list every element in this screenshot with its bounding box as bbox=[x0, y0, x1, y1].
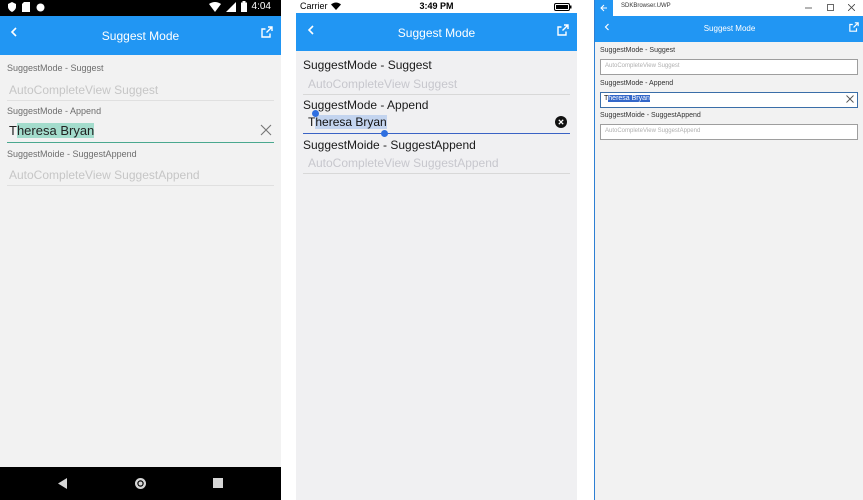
ios-placeholder-suggestappend: AutoCompleteView SuggestAppend bbox=[308, 156, 499, 170]
uwp-input-suggestappend[interactable]: AutoCompleteView SuggestAppend bbox=[600, 124, 858, 140]
android-app-bar: Suggest Mode bbox=[0, 16, 281, 55]
maximize-icon[interactable] bbox=[827, 4, 834, 11]
external-link-icon[interactable] bbox=[261, 26, 273, 38]
ios-app-bar: Suggest Mode bbox=[296, 13, 577, 51]
battery-icon bbox=[554, 3, 572, 11]
ios-input-append-value: Theresa Bryan bbox=[308, 115, 387, 129]
ios-page-title: Suggest Mode bbox=[397, 26, 476, 40]
divider bbox=[577, 0, 594, 500]
android-label-suggestappend: SuggestMoide - SuggestAppend bbox=[7, 149, 137, 159]
android-status-time: 4:04 bbox=[251, 1, 271, 12]
android-input-suggestappend[interactable]: AutoCompleteView SuggestAppend bbox=[7, 165, 274, 186]
uwp-page-title: Suggest Mode bbox=[703, 24, 756, 33]
uwp-placeholder-suggestappend: AutoCompleteView SuggestAppend bbox=[605, 128, 701, 134]
ios-input-append[interactable]: Theresa Bryan bbox=[303, 113, 570, 134]
android-page-title: Suggest Mode bbox=[101, 29, 180, 43]
uwp-input-suggest[interactable]: AutoCompleteView Suggest bbox=[600, 59, 858, 75]
android-label-suggest: SuggestMode - Suggest bbox=[7, 63, 104, 73]
suggested-text-selection: heresa Bryan bbox=[608, 95, 650, 102]
back-arrow-icon bbox=[600, 4, 607, 12]
selection-end-handle[interactable] bbox=[381, 130, 388, 137]
ios-panel: Carrier 3:49 PM Suggest Mode SuggestMode… bbox=[296, 0, 577, 500]
signal-icon bbox=[225, 1, 236, 12]
ios-input-suggest[interactable]: AutoCompleteView Suggest bbox=[303, 74, 570, 95]
uwp-panel: SDKBrowser.UWP Suggest Mode SuggestMode … bbox=[594, 0, 863, 500]
uwp-label-suggest: SuggestMode - Suggest bbox=[600, 47, 676, 54]
android-label-append: SuggestMode - Append bbox=[7, 106, 102, 116]
android-placeholder-suggest: AutoCompleteView Suggest bbox=[9, 83, 159, 97]
uwp-placeholder-suggest: AutoCompleteView Suggest bbox=[605, 63, 680, 69]
sd-card-icon bbox=[22, 2, 30, 12]
clear-icon[interactable] bbox=[260, 124, 272, 136]
wifi-icon bbox=[208, 1, 221, 12]
shield-icon bbox=[8, 2, 16, 12]
battery-icon bbox=[240, 1, 247, 12]
ios-placeholder-suggest: AutoCompleteView Suggest bbox=[308, 77, 458, 91]
ios-label-append: SuggestMode - Append bbox=[303, 98, 429, 112]
uwp-window-titlebar: SDKBrowser.UWP bbox=[595, 0, 863, 16]
external-link-icon[interactable] bbox=[557, 24, 569, 36]
android-status-bar: 4:04 bbox=[0, 0, 281, 16]
minimize-icon[interactable] bbox=[805, 5, 812, 11]
external-link-icon[interactable] bbox=[849, 22, 859, 32]
android-input-suggest[interactable]: AutoCompleteView Suggest bbox=[7, 80, 274, 101]
clear-icon[interactable] bbox=[846, 95, 854, 103]
ios-status-bar: Carrier 3:49 PM bbox=[296, 0, 577, 13]
close-icon[interactable] bbox=[848, 4, 855, 11]
uwp-input-append[interactable]: Theresa Bryan bbox=[600, 92, 858, 108]
uwp-label-append: SuggestMode - Append bbox=[600, 80, 674, 87]
ios-input-suggestappend[interactable]: AutoCompleteView SuggestAppend bbox=[303, 153, 570, 174]
suggested-text-selection: heresa Bryan bbox=[16, 123, 95, 138]
ios-status-time: 3:49 PM bbox=[419, 1, 454, 11]
nav-home-icon[interactable] bbox=[134, 477, 147, 490]
divider bbox=[281, 0, 296, 500]
typed-text: T bbox=[9, 123, 17, 138]
uwp-label-suggestappend: SuggestMoide - SuggestAppend bbox=[600, 112, 701, 119]
circle-icon bbox=[36, 3, 45, 11]
android-panel: 4:04 Suggest Mode SuggestMode - Suggest … bbox=[0, 0, 281, 500]
android-nav-bar bbox=[0, 467, 281, 500]
nav-back-icon[interactable] bbox=[58, 478, 68, 489]
window-back-button[interactable] bbox=[595, 0, 613, 16]
clear-icon[interactable] bbox=[555, 116, 567, 128]
android-input-append-value: Theresa Bryan bbox=[9, 123, 95, 138]
suggested-text-selection: heresa Bryan bbox=[315, 115, 387, 129]
uwp-app-bar: Suggest Mode bbox=[595, 16, 863, 42]
android-input-append[interactable]: Theresa Bryan bbox=[7, 122, 274, 143]
ios-label-suggest: SuggestMode - Suggest bbox=[303, 58, 432, 72]
selection-start-handle[interactable] bbox=[312, 110, 319, 117]
uwp-input-append-value: Theresa Bryan bbox=[604, 95, 650, 102]
nav-recents-icon[interactable] bbox=[213, 478, 223, 488]
window-title: SDKBrowser.UWP bbox=[621, 3, 671, 9]
ios-label-suggestappend: SuggestMoide - SuggestAppend bbox=[303, 138, 476, 152]
android-placeholder-suggestappend: AutoCompleteView SuggestAppend bbox=[9, 168, 200, 182]
